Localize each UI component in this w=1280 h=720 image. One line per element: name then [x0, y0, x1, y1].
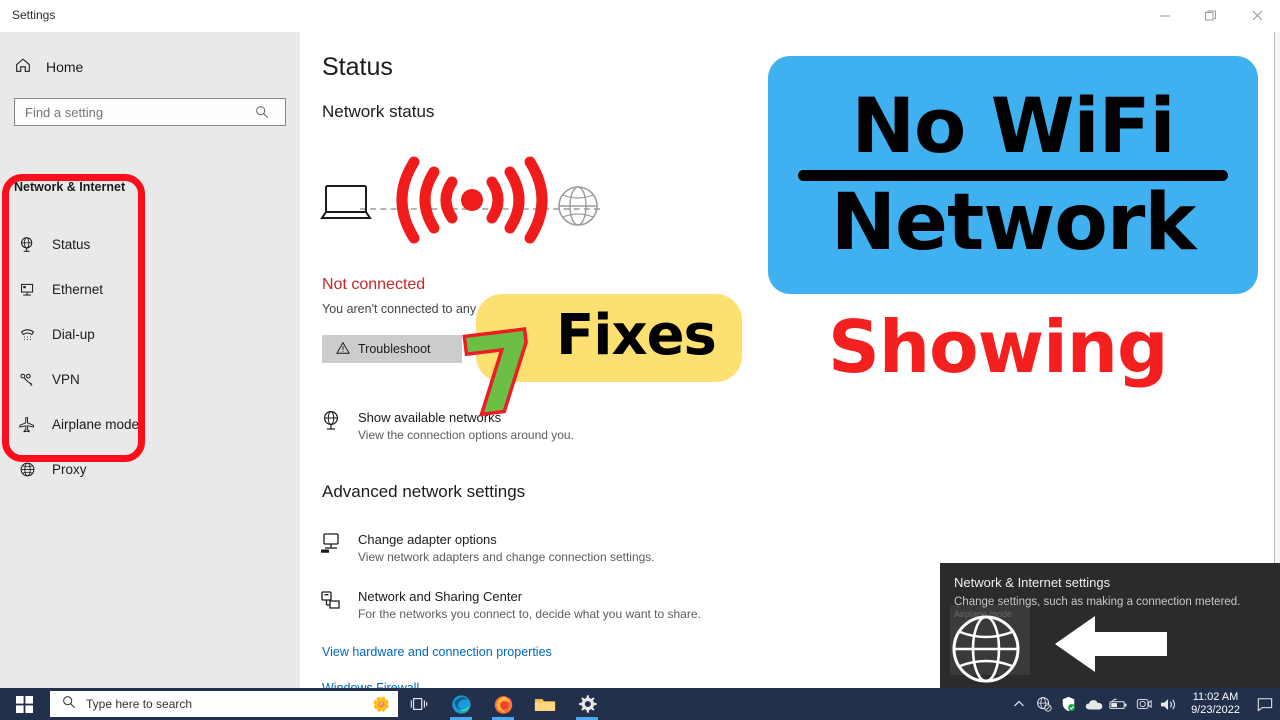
- troubleshoot-button-label: Troubleshoot: [358, 342, 431, 356]
- system-tray: 11:02 AM 9/23/2022: [1006, 688, 1280, 720]
- adapter-subtitle: View network adapters and change connect…: [358, 550, 655, 564]
- sidebar-item-status[interactable]: Status: [0, 222, 300, 267]
- chevron-up-icon[interactable]: [1006, 688, 1031, 720]
- sidebar-nav-list: Status Ethernet Dial-up VPN Airplane mod…: [0, 222, 300, 492]
- thumbnail-title-line1: No WiFi: [851, 81, 1175, 171]
- network-globe-icon: [320, 410, 342, 436]
- edge-icon[interactable]: [440, 688, 482, 720]
- minimize-button[interactable]: [1142, 0, 1188, 31]
- globe-icon: [558, 186, 598, 226]
- sharing-subtitle: For the networks you connect to, decide …: [358, 607, 701, 621]
- network-status-heading: Network status: [322, 102, 435, 121]
- globe-icon[interactable]: [950, 613, 1022, 685]
- settings-sidebar: Home Network & Internet: [0, 32, 300, 688]
- adapter-title: Change adapter options: [358, 532, 497, 547]
- adapter-monitor-icon: [320, 532, 342, 558]
- sidebar-item-airplane-mode[interactable]: Airplane mode: [0, 402, 300, 447]
- start-button[interactable]: [0, 688, 48, 720]
- clock-time: 11:02 AM: [1192, 691, 1239, 703]
- sidebar-item-airplane-mode-label: Airplane mode: [52, 417, 140, 432]
- fixes-label: Fixes: [556, 303, 717, 368]
- windows-taskbar: Type here to search 🌼 11:02 AM 9/23/2022: [0, 688, 1280, 720]
- sidebar-item-status-label: Status: [52, 237, 91, 252]
- task-view-icon[interactable]: [398, 688, 440, 720]
- sidebar-item-dialup-label: Dial-up: [52, 327, 95, 342]
- sidebar-item-home[interactable]: Home: [14, 56, 83, 77]
- close-button[interactable]: [1234, 0, 1280, 31]
- sidebar-item-ethernet-label: Ethernet: [52, 282, 104, 297]
- flyout-title[interactable]: Network & Internet settings: [954, 575, 1110, 590]
- onedrive-cloud-icon[interactable]: [1081, 688, 1106, 720]
- status-not-connected-text: Not connected: [322, 276, 426, 293]
- vpn-icon: [18, 371, 36, 389]
- window-controls: [1142, 0, 1280, 31]
- home-icon: [14, 56, 32, 77]
- lotus-icon[interactable]: 🌼: [373, 696, 390, 713]
- fixes-count-number: 7: [453, 306, 547, 443]
- search-input[interactable]: [15, 104, 247, 120]
- sidebar-item-proxy-label: Proxy: [52, 462, 87, 477]
- settings-search-box[interactable]: [14, 98, 286, 126]
- window-titlebar: Settings: [0, 0, 1280, 32]
- troubleshoot-button[interactable]: Troubleshoot: [322, 335, 462, 363]
- search-icon[interactable]: [247, 105, 277, 119]
- row-network-sharing-center[interactable]: Network and Sharing Center For the netwo…: [320, 589, 701, 621]
- sidebar-item-vpn-label: VPN: [52, 372, 80, 387]
- flyout-subtitle: Change settings, such as making a connec…: [954, 596, 1241, 608]
- laptop-icon: [320, 185, 372, 219]
- sidebar-item-proxy[interactable]: Proxy: [0, 447, 300, 492]
- sharing-center-icon: [320, 589, 342, 615]
- thumbnail-title-badge: No WiFi Network: [768, 56, 1258, 294]
- sharing-title: Network and Sharing Center: [358, 589, 523, 604]
- windows-logo-icon: [15, 695, 33, 713]
- action-center-button[interactable]: [1250, 697, 1280, 712]
- link-view-hardware-properties[interactable]: View hardware and connection properties: [322, 645, 552, 659]
- sidebar-item-dialup[interactable]: Dial-up: [0, 312, 300, 357]
- file-explorer-icon[interactable]: [524, 688, 566, 720]
- ethernet-icon: [18, 281, 36, 299]
- warning-triangle-icon: [336, 341, 350, 358]
- battery-icon[interactable]: [1106, 688, 1131, 720]
- sidebar-item-home-label: Home: [46, 58, 84, 75]
- arrow-left-icon: [1055, 616, 1167, 672]
- app-title: Settings: [12, 8, 56, 22]
- taskbar-clock[interactable]: 11:02 AM 9/23/2022: [1181, 691, 1250, 717]
- search-icon: [62, 695, 76, 714]
- network-disconnected-icon[interactable]: [1031, 688, 1056, 720]
- taskbar-search-box[interactable]: Type here to search 🌼: [50, 691, 398, 717]
- restore-button[interactable]: [1188, 0, 1234, 31]
- airplane-icon: [18, 416, 36, 434]
- network-status-icon: [18, 236, 36, 254]
- page-title: Status: [322, 53, 393, 81]
- firefox-icon[interactable]: [482, 688, 524, 720]
- sidebar-item-ethernet[interactable]: Ethernet: [0, 267, 300, 312]
- dialup-phone-icon: [18, 326, 36, 344]
- volume-icon[interactable]: [1156, 688, 1181, 720]
- row-change-adapter-options[interactable]: Change adapter options View network adap…: [320, 532, 655, 564]
- settings-gear-icon[interactable]: [566, 688, 608, 720]
- taskbar-search-placeholder: Type here to search: [86, 697, 193, 711]
- advanced-network-settings-heading: Advanced network settings: [322, 482, 526, 501]
- thumbnail-title-line2: Network: [830, 177, 1196, 268]
- sidebar-section-heading: Network & Internet: [14, 180, 126, 194]
- globe-icon: [18, 461, 36, 479]
- sidebar-item-vpn[interactable]: VPN: [0, 357, 300, 402]
- network-status-diagram: [320, 140, 620, 244]
- clock-date: 9/23/2022: [1191, 704, 1240, 716]
- thumbnail-showing-text: Showing: [828, 305, 1169, 389]
- defender-shield-icon[interactable]: [1056, 688, 1081, 720]
- speech-bubble-icon: [1257, 697, 1273, 712]
- camera-icon[interactable]: [1131, 688, 1156, 720]
- wifi-arcs-icon: [396, 156, 548, 244]
